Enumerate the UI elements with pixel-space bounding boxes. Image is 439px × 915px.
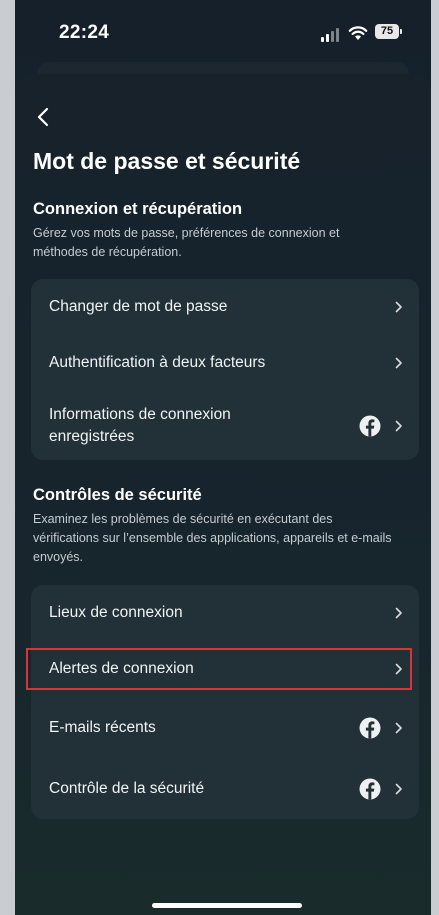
security-section-description: Examinez les problèmes de sécurité en ex…: [33, 512, 392, 564]
row-label: Authentification à deux facteurs: [49, 354, 266, 371]
login-locations-item[interactable]: Lieux de connexion: [31, 585, 419, 641]
chevron-right-icon: [395, 357, 402, 369]
chevron-right-icon: [395, 783, 402, 795]
battery-icon: 75: [375, 24, 402, 39]
change-password-item[interactable]: Changer de mot de passe: [31, 279, 419, 335]
security-section-title: Contrôles de sécurité: [33, 486, 202, 504]
chevron-right-icon: [395, 722, 402, 734]
highlight-box: [26, 648, 412, 690]
login-section-title: Connexion et récupération: [33, 200, 243, 218]
login-settings-card: Changer de mot de passe Authentification…: [31, 279, 419, 460]
chevron-right-icon: [395, 607, 402, 619]
battery-level: 75: [380, 25, 394, 37]
row-label: Contrôle de la sécurité: [49, 780, 205, 797]
home-indicator[interactable]: [152, 903, 302, 908]
status-time: 22:24: [59, 22, 110, 43]
facebook-icon: [359, 778, 381, 800]
security-controls-card: Lieux de connexion Alertes de connexion …: [31, 585, 419, 819]
saved-login-info-item[interactable]: Informations de connexion enregistrées: [31, 391, 419, 460]
back-arrow-icon[interactable]: [33, 106, 55, 128]
wifi-icon: [348, 26, 368, 40]
chevron-right-icon: [395, 301, 402, 313]
page-title: Mot de passe et sécurité: [33, 148, 301, 174]
row-label: Changer de mot de passe: [49, 298, 228, 315]
phone-screen: 22:24 75 Mot de passe et sécurité Connex…: [15, 0, 431, 915]
row-label: E-mails récents: [49, 719, 156, 736]
login-section-description: Gérez vos mots de passe, préférences de …: [33, 226, 340, 259]
facebook-icon: [359, 717, 381, 739]
facebook-icon: [359, 415, 381, 437]
chevron-right-icon: [395, 420, 402, 432]
two-factor-auth-item[interactable]: Authentification à deux facteurs: [31, 335, 419, 391]
security-checkup-item[interactable]: Contrôle de la sécurité: [31, 757, 419, 819]
row-label: Informations de connexion enregistrées: [49, 406, 231, 445]
status-bar: 22:24 75: [15, 0, 431, 60]
recent-emails-item[interactable]: E-mails récents: [31, 697, 419, 757]
row-label: Lieux de connexion: [49, 604, 183, 621]
signal-icon: [321, 28, 341, 42]
